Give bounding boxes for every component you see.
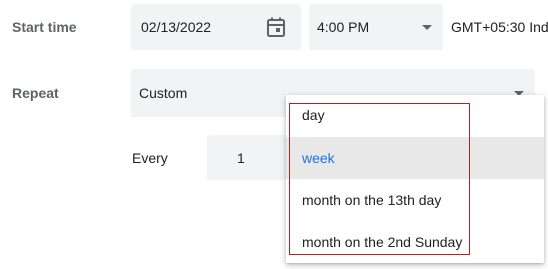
chevron-down-icon — [422, 25, 432, 30]
dropdown-option-week[interactable]: week — [286, 137, 544, 179]
start-time-select[interactable]: 4:00 PM — [309, 4, 443, 50]
repeat-label: Repeat — [12, 85, 59, 101]
start-date-field[interactable]: 02/13/2022 — [131, 4, 301, 50]
repeat-unit-dropdown: day week month on the 13th day month on … — [286, 95, 544, 263]
dropdown-option-month-13th-day[interactable]: month on the 13th day — [286, 179, 544, 221]
start-time-label: Start time — [12, 19, 77, 35]
repeat-interval-value: 1 — [237, 149, 245, 166]
start-time-value: 4:00 PM — [317, 19, 370, 35]
repeat-interval-input[interactable]: 1 — [207, 135, 297, 180]
dropdown-option-label: month on the 13th day — [302, 192, 442, 208]
dropdown-option-day[interactable]: day — [286, 95, 544, 135]
dropdown-option-month-2nd-sunday[interactable]: month on the 2nd Sunday — [286, 221, 544, 263]
start-date-value: 02/13/2022 — [141, 19, 212, 35]
dropdown-option-label: week — [302, 150, 335, 166]
calendar-icon[interactable] — [267, 17, 285, 37]
dropdown-option-label: day — [302, 107, 325, 123]
timezone-value[interactable]: GMT+05:30 Indi — [451, 19, 548, 35]
dropdown-option-label: month on the 2nd Sunday — [302, 234, 463, 250]
repeat-value: Custom — [139, 85, 188, 101]
every-label: Every — [132, 150, 168, 166]
